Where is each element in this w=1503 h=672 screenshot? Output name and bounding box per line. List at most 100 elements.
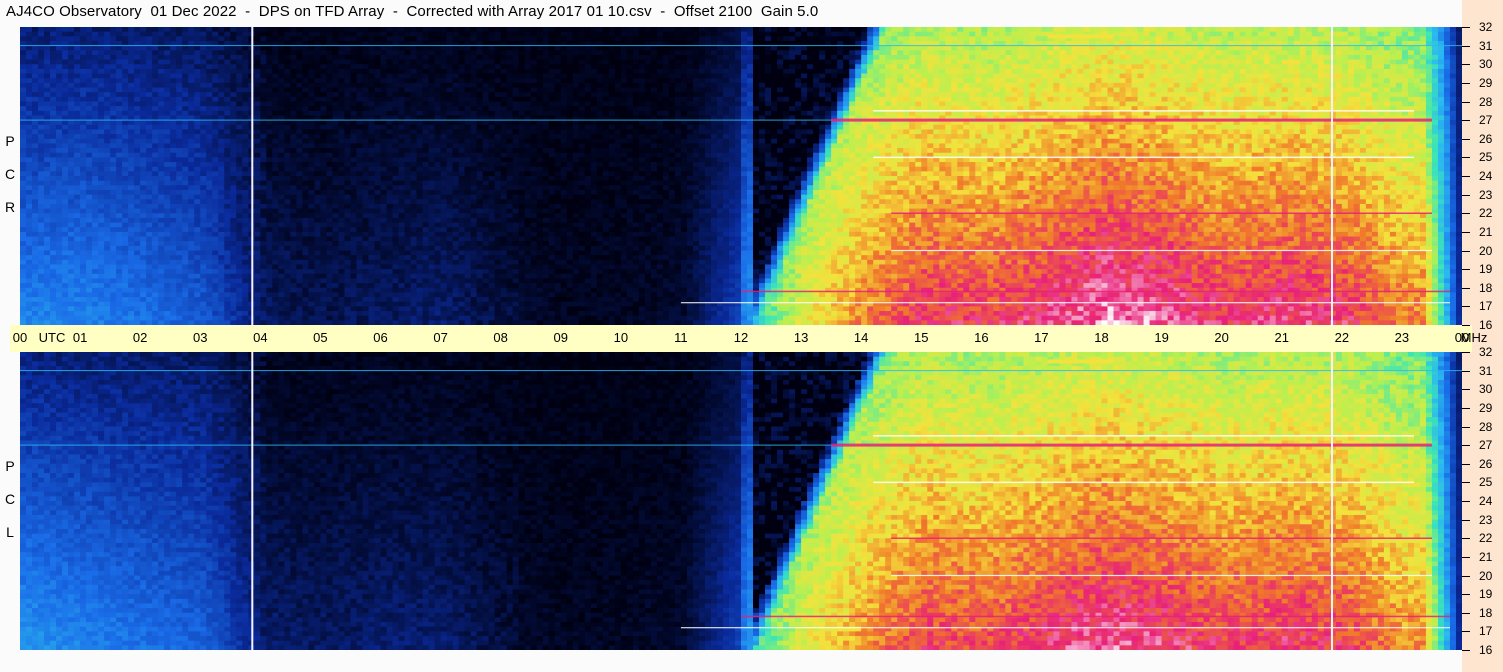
x-axis-unit: UTC	[39, 330, 66, 345]
y-tick-label: 26	[1479, 132, 1492, 146]
signal-marker	[1047, 34, 1114, 39]
x-tick-label: 08	[493, 330, 507, 345]
time-marker-line	[1331, 352, 1333, 650]
y-tick-label: 20	[1479, 569, 1492, 583]
y-tick-label: 31	[1479, 364, 1492, 378]
y-tick-label: 22	[1479, 206, 1492, 220]
x-tick-label: 19	[1154, 330, 1168, 345]
y-tick-label: 17	[1479, 299, 1492, 313]
rfi-line	[20, 444, 832, 446]
y-tick-mark	[1462, 231, 1470, 233]
y-tick-mark	[1462, 287, 1470, 289]
y-tick-mark	[1462, 213, 1470, 215]
y-tick-label: 19	[1479, 587, 1492, 601]
y-tick-mark	[1462, 575, 1470, 577]
panel-label-lcp: P C L	[3, 450, 17, 549]
y-tick-mark	[1462, 306, 1470, 308]
x-tick-label: 01	[73, 330, 87, 345]
rfi-line	[741, 615, 1450, 618]
x-tick-label: 13	[794, 330, 808, 345]
time-axis: 00 01 02 03 04 05 06 07 08 09 10 11 12 13 14 15 16 17 18 19…	[10, 325, 1487, 352]
panel-label-rcp: P C R	[3, 125, 17, 224]
y-tick-mark	[1462, 389, 1470, 391]
y-tick-label: 27	[1479, 438, 1492, 452]
y-tick-mark	[1462, 138, 1470, 140]
y-tick-mark	[1462, 64, 1470, 66]
rfi-line	[680, 627, 1450, 629]
y-tick-label: 31	[1479, 39, 1492, 53]
x-tick-label: 12	[734, 330, 748, 345]
y-tick-mark	[1462, 370, 1470, 372]
y-tick-label: 25	[1479, 150, 1492, 164]
y-tick-mark	[1462, 176, 1470, 177]
rfi-line	[20, 119, 832, 121]
time-marker-line	[251, 27, 254, 325]
y-tick-label: 19	[1479, 262, 1492, 276]
x-tick-label: 21	[1275, 330, 1289, 345]
x-tick-label: 20	[1214, 330, 1228, 345]
y-axis-unit: MHz	[1461, 330, 1488, 345]
rfi-line	[680, 302, 1450, 304]
rfi-line	[891, 574, 1432, 577]
y-tick-label: 30	[1479, 382, 1492, 396]
rfi-line	[831, 118, 1432, 122]
x-tick-label: 16	[974, 330, 988, 345]
y-tick-mark	[1462, 194, 1470, 196]
x-tick-label: 07	[433, 330, 447, 345]
x-tick-label: 14	[854, 330, 868, 345]
spectrogram-rcp	[20, 27, 1462, 325]
y-tick-mark	[1462, 269, 1470, 271]
y-tick-mark	[1462, 426, 1470, 428]
y-tick-mark	[1462, 631, 1470, 633]
y-tick-mark	[1462, 482, 1470, 484]
spectrogram-lcp	[20, 352, 1462, 650]
time-marker-line	[251, 352, 254, 650]
x-tick-label: 18	[1094, 330, 1108, 345]
y-tick-label: 30	[1479, 57, 1492, 71]
panel-label-letter: C	[3, 483, 17, 516]
rfi-line	[831, 443, 1432, 447]
y-tick-label: 24	[1479, 169, 1492, 183]
x-tick-label: 06	[373, 330, 387, 345]
y-tick-label: 32	[1479, 20, 1492, 34]
rfi-line	[741, 290, 1450, 293]
y-tick-mark	[1462, 120, 1470, 122]
y-tick-label: 28	[1479, 95, 1492, 109]
y-tick-mark	[1462, 325, 1470, 326]
y-tick-mark	[1462, 445, 1470, 447]
y-tick-mark	[1462, 407, 1470, 409]
panel-label-letter: R	[3, 191, 17, 224]
y-tick-label: 25	[1479, 475, 1492, 489]
y-tick-mark	[1462, 157, 1470, 159]
spectrogram-lcp-plot	[20, 352, 1462, 650]
x-tick-label: 23	[1395, 330, 1409, 345]
spectrogram-rcp-plot	[20, 27, 1462, 325]
page-title: AJ4CO Observatory 01 Dec 2022 - DPS on T…	[6, 3, 818, 20]
y-tick-mark	[1462, 27, 1470, 28]
panel-label-letter: C	[3, 158, 17, 191]
y-tick-mark	[1462, 82, 1470, 84]
y-tick-label: 23	[1479, 188, 1492, 202]
y-tick-mark	[1462, 45, 1470, 47]
y-tick-label: 18	[1479, 606, 1492, 620]
x-tick-label: 17	[1034, 330, 1048, 345]
rfi-line	[20, 370, 1462, 372]
x-tick-label: 10	[614, 330, 628, 345]
panel-label-letter: L	[3, 516, 17, 549]
y-tick-mark	[1462, 612, 1470, 614]
y-tick-mark	[1462, 538, 1470, 540]
x-tick-label: 03	[193, 330, 207, 345]
y-tick-label: 16	[1479, 318, 1492, 332]
y-tick-label: 16	[1479, 643, 1492, 657]
y-tick-mark	[1462, 519, 1470, 521]
y-tick-mark	[1462, 594, 1470, 596]
rfi-line	[891, 537, 1432, 539]
y-tick-label: 28	[1479, 420, 1492, 434]
x-tick-label: 02	[133, 330, 147, 345]
x-tick-label: 15	[914, 330, 928, 345]
y-tick-label: 21	[1479, 225, 1492, 239]
y-tick-mark	[1462, 501, 1470, 502]
x-tick-label: 11	[674, 330, 688, 345]
y-tick-label: 22	[1479, 531, 1492, 545]
y-tick-label: 29	[1479, 76, 1492, 90]
